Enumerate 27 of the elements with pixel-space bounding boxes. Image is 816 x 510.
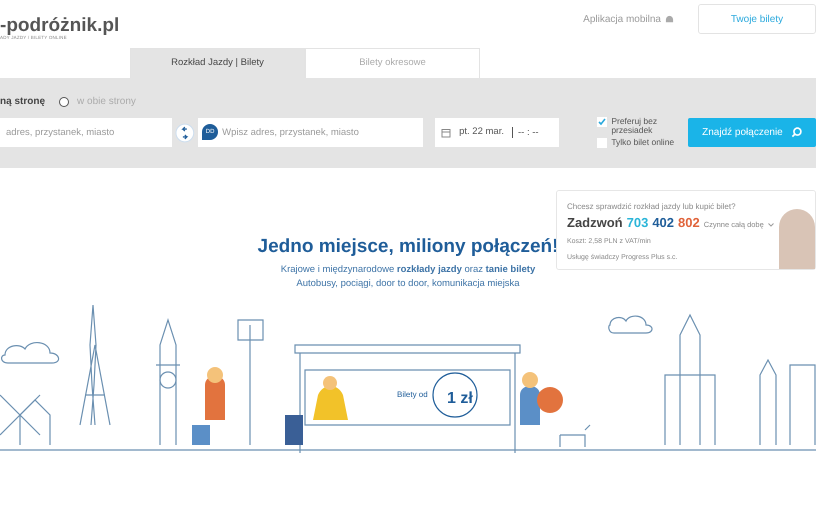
checkbox[interactable] [597,117,608,127]
phone-number: 802 [678,214,700,232]
phone-number: 703 [626,214,648,232]
checkbox-label[interactable]: Preferuj bez przesiadek [611,117,688,134]
checkbox[interactable] [597,138,608,148]
search-icon [790,127,802,138]
sign-text: Bilety od [397,390,428,400]
photo-placeholder [779,209,815,269]
calendar-icon [441,128,452,138]
logo[interactable]: -podróżnik.pl [0,16,120,35]
radio-button[interactable] [59,96,70,106]
swap-icon[interactable] [175,122,196,142]
phone-number: 402 [652,214,674,232]
date-value: pt. 22 mar. [459,125,504,140]
time-value: -- : -- [512,127,539,138]
hero-subtitle: Krajowe i międzynarodowe rozkłady jazdy oraz tanie bilety [280,262,536,277]
tab[interactable]: Rozkład Jazdy | Bilety [130,48,305,78]
origin-field[interactable]: adres, przystanek, miasto [0,118,172,147]
date-field[interactable]: pt. 22 mar. -- : -- [435,118,560,147]
call-label: Zadzwoń [567,214,623,232]
hero-subtitle: Autobusy, pociągi, door to door, komunikacja miejska [295,277,521,292]
radio-label[interactable]: ną stronę [0,94,46,109]
chevron-down-icon[interactable] [768,223,774,227]
hero-title: Jedno miejsce, miliony połączeń! [258,236,558,259]
price-text: 1 zł [447,390,473,408]
checkbox-label[interactable]: Tylko bilet online [611,138,674,146]
hotline-question: Chcesz sprawdzić rozkład jazdy lub kupić bilet? [567,201,737,213]
